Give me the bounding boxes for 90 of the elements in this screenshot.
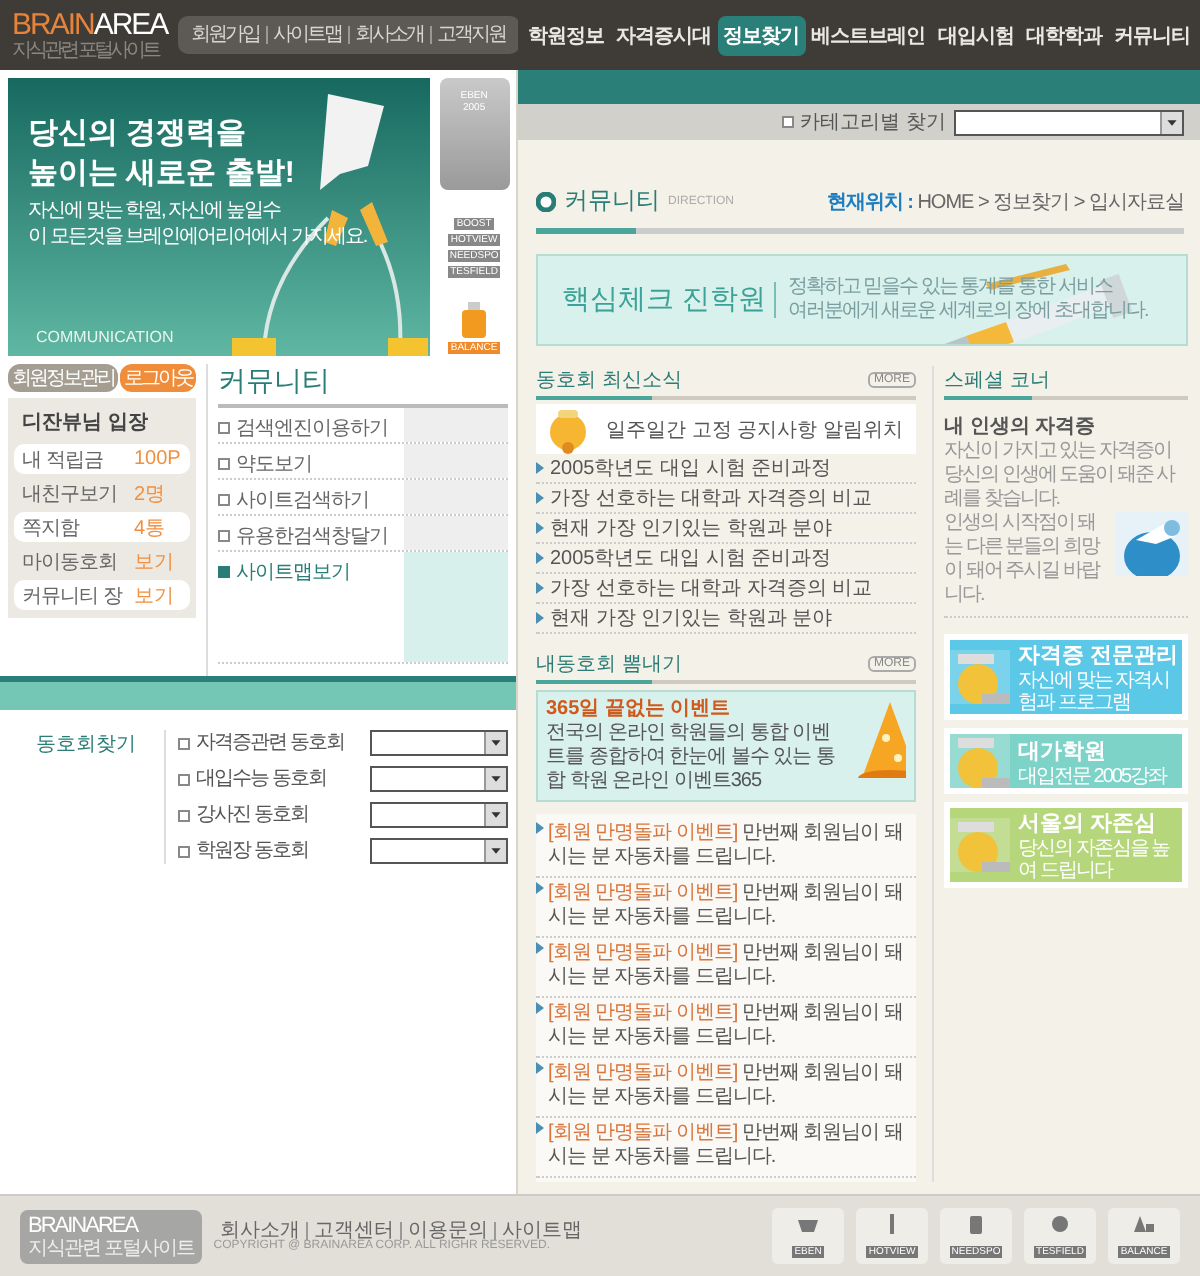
event-item[interactable]: [회원 만명돌파 이벤트] 만번째 회원님이 돼시는 분 자동차를 드립니다. [536, 818, 916, 878]
event-item[interactable]: [회원 만명돌파 이벤트] 만번째 회원님이 돼시는 분 자동차를 드립니다. [536, 878, 916, 938]
welcome-text: 디잔뷰님 입장 [20, 410, 150, 438]
badge-icon [796, 1214, 820, 1234]
select-field[interactable] [370, 766, 508, 792]
bullet-icon [536, 522, 544, 534]
logo-tagline: 지식관련 포털사이트 [12, 39, 161, 61]
event-title: 365일 끝없는 이벤트 [546, 698, 733, 722]
hero-caption: COMMUNICATION [36, 328, 174, 346]
section-title: 커뮤니티 [564, 184, 660, 218]
bullet-icon [536, 882, 544, 894]
club-label: 강사진 동호회 [196, 802, 310, 828]
special-title: 스페셜 코너 [944, 368, 1050, 394]
member-row[interactable]: 내 적립금 100P [14, 444, 190, 474]
bullet-icon [536, 582, 544, 594]
bullet-icon [536, 1122, 544, 1134]
special-heading: 내 인생의 자격증 [944, 414, 1098, 440]
footer-link[interactable]: 사이트맵 [493, 1221, 588, 1239]
badge-icon [964, 1214, 988, 1234]
footer-link[interactable]: 고객센터 [305, 1221, 400, 1239]
logo[interactable]: BRAINAREA [12, 9, 168, 39]
member-row[interactable]: 내친구보기 2명 [14, 478, 190, 508]
news-title: 동호회 최신소식 [536, 368, 682, 394]
club-label: 자격증관련 동호회 [196, 730, 346, 756]
club-search-title: 동호회찾기 [34, 732, 138, 760]
community-menu-item[interactable]: 약도보기 [218, 444, 508, 480]
bullet-icon [536, 1002, 544, 1014]
footer-link[interactable]: 회사소개 [213, 1221, 306, 1239]
bullet-icon [536, 462, 544, 474]
hero-headline: 높이는 새로운 출발! [28, 154, 297, 192]
footer-link[interactable]: 이용문의 [399, 1221, 494, 1239]
hero-headline: 당신의 경쟁력을 [28, 114, 249, 152]
nav-tab[interactable]: 정보찾기 [717, 15, 806, 55]
banner-text: 여러분에게 새로운 세계로의 장에 초대합니다. [787, 300, 1148, 324]
utility-link[interactable]: 사이트맵 [265, 26, 348, 44]
community-menu-item[interactable]: 사이트맵보기 [218, 552, 508, 664]
event-item[interactable]: [회원 만명돌파 이벤트] 만번째 회원님이 돼시는 분 자동차를 드립니다. [536, 938, 916, 998]
club-label: 학원장 동호회 [196, 838, 310, 864]
nav-tab[interactable]: 대입시험 [931, 15, 1020, 55]
bullet-icon [536, 612, 544, 624]
news-item[interactable]: 2005학년도 대입 시험 준비과정 [536, 454, 916, 484]
bullet-icon [536, 1062, 544, 1074]
notice-link[interactable]: 일주일간 고정 공지사항 알림위치 [606, 415, 903, 443]
utility-link[interactable]: 고객지원 [429, 26, 512, 44]
nav-tab[interactable]: 대학학과 [1019, 15, 1108, 55]
nav-tab[interactable]: 학원정보 [522, 15, 610, 55]
event-item[interactable]: [회원 만명돌파 이벤트] 만번째 회원님이 돼시는 분 자동차를 드립니다. [536, 1058, 916, 1118]
badge-icon [1132, 1214, 1156, 1234]
bullet-icon [536, 492, 544, 504]
event-item[interactable]: [회원 만명돌파 이벤트] 만번째 회원님이 돼시는 분 자동차를 드립니다. [536, 1118, 916, 1178]
special-text: 자신이 가지고 있는 자격증이 당신의 인생에 도움이 돼준 사례를 찾습니다. [944, 440, 1178, 512]
jar-icon [462, 302, 487, 338]
select-field[interactable] [954, 109, 1184, 135]
bullet-icon [536, 822, 544, 834]
community-menu-item[interactable]: 유용한검색창달기 [218, 516, 508, 552]
member-row[interactable]: 마이동호회 보기 [14, 546, 190, 576]
nav-tab[interactable]: 커뮤니티 [1107, 15, 1196, 55]
select-field[interactable] [370, 802, 508, 828]
footer-logo: BRAINAREA 지식관련 포털사이트 [20, 1209, 202, 1263]
utility-link[interactable]: 회원가입 [185, 26, 266, 44]
nav-tab[interactable]: 자격증시대 [610, 15, 718, 55]
utility-link[interactable]: 회사소개 [347, 26, 430, 44]
bullet-icon [536, 942, 544, 954]
bullet-icon [536, 552, 544, 564]
nav-tab[interactable]: 베스트브레인 [805, 15, 932, 55]
event-description: 전국의 온라인 학원들의 통합 이벤트를 종합하여 한눈에 볼수 있는 통합 학원 온라인 이벤트365 [546, 722, 837, 794]
banner-title: 핵심체크 진학원 [562, 282, 776, 318]
news-item[interactable]: 현재 가장 인기있는 학원과 분야 [536, 514, 916, 544]
banner-text: 정확하고 믿을수 있는 통계를 통한 서비스 [787, 276, 1115, 300]
news-item[interactable]: 2005학년도 대입 시험 준비과정 [536, 544, 916, 574]
news-item[interactable]: 현재 가장 인기있는 학원과 분야 [536, 604, 916, 634]
bullet-icon [536, 191, 556, 211]
event-item[interactable]: [회원 만명돌파 이벤트] 만번째 회원님이 돼시는 분 자동차를 드립니다. [536, 998, 916, 1058]
news-item[interactable]: 가장 선호하는 대학과 자격증의 비교 [536, 574, 916, 604]
member-row[interactable]: 커뮤니티 장 보기 [14, 580, 190, 610]
breadcrumb: 현재위치 : HOME > 정보찾기 > 입시자료실 [826, 189, 1184, 215]
hero-subtitle: 자신에 맞는 학원, 자신에 높일수 [28, 200, 283, 224]
category-label: 카테고리별 찾기 [782, 108, 946, 136]
club-label: 대입수능 동호회 [196, 766, 328, 792]
showoff-title: 내동호회 뽐내기 [536, 652, 682, 678]
community-menu-item[interactable]: 검색엔진이용하기 [218, 408, 508, 444]
select-field[interactable] [370, 730, 508, 756]
community-menu-item[interactable]: 사이트검색하기 [218, 480, 508, 516]
logout-link[interactable]: 로그아웃 [120, 364, 196, 392]
member-row[interactable]: 쪽지함 4통 [14, 512, 190, 542]
select-field[interactable] [370, 838, 508, 864]
member-manage-link[interactable]: 회원정보관리 [8, 364, 118, 392]
badge-icon [1048, 1214, 1072, 1234]
special-text: 인생의 시작점이 돼는 다른 분들의 희망이 돼어 주시길 바랍니다. [944, 512, 1102, 608]
news-item[interactable]: 가장 선호하는 대학과 자격증의 비교 [536, 484, 916, 514]
